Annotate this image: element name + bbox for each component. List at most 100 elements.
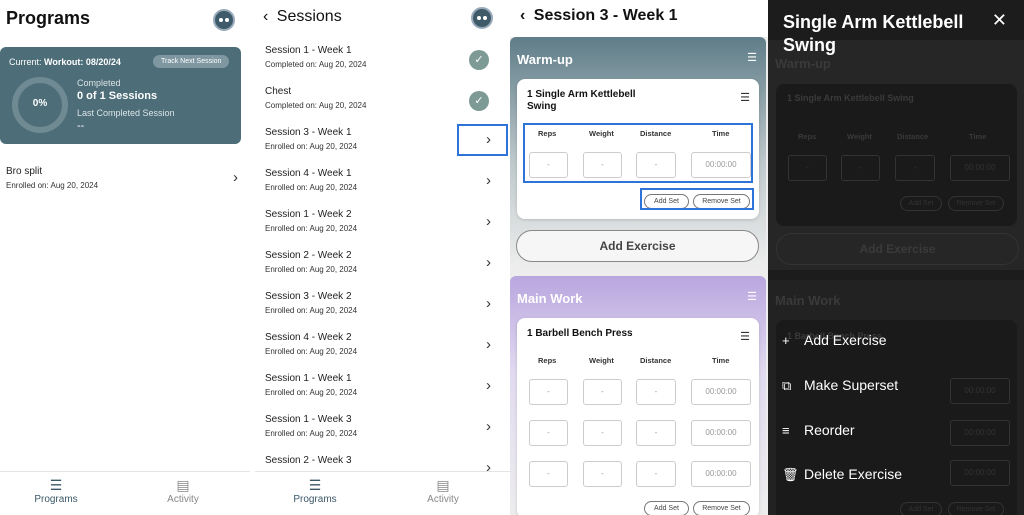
progress-ring: 0% <box>12 77 68 133</box>
chevron-right-icon: › <box>486 336 491 353</box>
distance-input[interactable]: - <box>636 379 676 405</box>
completed-value: 0 of 1 Sessions <box>77 90 158 102</box>
add-exercise-button[interactable]: Add Exercise <box>516 230 759 262</box>
session-item[interactable]: Session 4 - Week 2 Enrolled on: Aug 20, … <box>265 332 505 372</box>
tab-activity-label: Activity <box>167 494 199 505</box>
avatar-icon[interactable] <box>213 9 235 31</box>
weight-input[interactable]: - <box>583 461 622 487</box>
check-icon: ✓ <box>469 50 489 70</box>
ghost-section-title: Warm-up <box>775 56 831 71</box>
session-item[interactable]: Session 1 - Week 1 Enrolled on: Aug 20, … <box>265 373 505 413</box>
document-icon: ▤ <box>436 477 450 493</box>
trash-icon: 🗑 <box>782 467 799 482</box>
exercise-name: 1 Single Arm Kettlebell Swing <box>527 89 636 112</box>
chevron-right-icon: › <box>486 418 491 435</box>
session-item[interactable]: Session 3 - Week 2 Enrolled on: Aug 20, … <box>265 291 505 331</box>
action-label: Add Exercise <box>804 332 887 348</box>
session-sub: Enrolled on: Aug 20, 2024 <box>265 388 358 397</box>
remove-set-button[interactable]: Remove Set <box>693 501 750 515</box>
session-title: Session 4 - Week 1 <box>265 168 352 179</box>
page-title: Programs <box>6 8 91 28</box>
session-sub: Enrolled on: Aug 20, 2024 <box>265 224 358 233</box>
reorder-action[interactable]: ≡ Reorder <box>782 422 855 438</box>
reps-input[interactable]: - <box>529 420 568 446</box>
session-item[interactable]: Session 1 - Week 2 Enrolled on: Aug 20, … <box>265 209 505 249</box>
chevron-right-icon: › <box>486 377 491 394</box>
action-label: Delete Exercise <box>804 466 903 482</box>
session-title: Chest <box>265 86 292 97</box>
close-icon[interactable]: ✕ <box>992 10 1007 31</box>
program-enrolled: Enrolled on: Aug 20, 2024 <box>6 181 99 190</box>
delete-exercise-action[interactable]: 🗑 Delete Exercise <box>782 466 902 483</box>
highlight-box <box>457 124 508 156</box>
program-title: Bro split <box>6 166 43 177</box>
session-title: Session 2 - Week 2 <box>265 250 352 261</box>
col-distance: Distance <box>640 356 672 365</box>
session-title: Session 3 - Week 2 <box>265 291 352 302</box>
session-item[interactable]: Session 1 - Week 1 Completed on: Aug 20,… <box>265 45 505 85</box>
session-title: Session 4 - Week 2 <box>265 332 352 343</box>
chevron-right-icon: › <box>486 172 491 189</box>
list-icon: ☰ <box>49 477 63 493</box>
progress-percent: 0% <box>32 98 48 109</box>
session-title: Session 1 - Week 3 <box>265 414 352 425</box>
tab-programs[interactable]: ☰ Programs <box>16 476 96 505</box>
session-sub: Enrolled on: Aug 20, 2024 <box>265 265 358 274</box>
distance-input[interactable]: - <box>636 461 676 487</box>
plus-icon: + <box>782 333 790 348</box>
col-time: Time <box>712 356 730 365</box>
ghost-exercise-name: 1 Single Arm Kettlebell Swing <box>787 93 914 103</box>
back-chevron-icon[interactable]: ‹ <box>520 7 525 24</box>
menu-icon[interactable]: ☰ <box>747 51 757 64</box>
track-next-session-button[interactable]: Track Next Session <box>153 55 230 68</box>
session-item[interactable]: Chest Completed on: Aug 20, 2024 ✓ <box>265 86 505 126</box>
action-label: Make Superset <box>804 377 899 393</box>
chevron-right-icon: › <box>486 213 491 230</box>
highlight-box <box>640 188 754 210</box>
back-chevron-icon[interactable]: ‹ <box>263 8 268 25</box>
sheet-title: Single Arm Kettlebell Swing <box>783 12 964 55</box>
add-exercise-action[interactable]: + Add Exercise <box>782 332 886 348</box>
exercise-card: 1 Barbell Bench Press ☰ Reps Weight Dist… <box>517 318 759 515</box>
chevron-right-icon: › <box>233 169 238 186</box>
session-item[interactable]: Session 4 - Week 1 Enrolled on: Aug 20, … <box>265 168 505 208</box>
time-input[interactable]: 00:00:00 <box>691 379 751 405</box>
weight-input[interactable]: - <box>583 379 622 405</box>
col-weight: Weight <box>589 356 614 365</box>
reps-input[interactable]: - <box>529 379 568 405</box>
session-sub: Enrolled on: Aug 20, 2024 <box>265 306 358 315</box>
last-completed-label: Last Completed Session <box>77 108 175 118</box>
time-input[interactable]: 00:00:00 <box>691 461 751 487</box>
session-sub: Enrolled on: Aug 20, 2024 <box>265 429 358 438</box>
add-set-button[interactable]: Add Set <box>644 501 689 515</box>
check-icon: ✓ <box>469 91 489 111</box>
make-superset-action[interactable]: ⧉ Make Superset <box>782 377 898 394</box>
document-icon: ▤ <box>176 477 190 493</box>
time-input[interactable]: 00:00:00 <box>691 420 751 446</box>
section-title: Main Work <box>517 291 583 306</box>
avatar-icon[interactable] <box>471 7 493 29</box>
tab-programs-label: Programs <box>34 494 78 505</box>
session-sub: Enrolled on: Aug 20, 2024 <box>265 183 358 192</box>
page-title: Session 3 - Week 1 <box>533 7 678 24</box>
program-list-item[interactable]: Bro split Enrolled on: Aug 20, 2024 › <box>6 166 242 196</box>
menu-icon[interactable]: ☰ <box>740 330 750 343</box>
page-title: Sessions <box>276 8 342 25</box>
current-value: Workout: 08/20/24 <box>44 57 121 67</box>
tab-programs[interactable]: ☰ Programs <box>275 476 355 505</box>
distance-input[interactable]: - <box>636 420 676 446</box>
session-item[interactable]: Session 1 - Week 3 Enrolled on: Aug 20, … <box>265 414 505 454</box>
weight-input[interactable]: - <box>583 420 622 446</box>
tab-activity[interactable]: ▤ Activity <box>403 476 483 505</box>
chevron-right-icon: › <box>486 295 491 312</box>
reps-input[interactable]: - <box>529 461 568 487</box>
menu-icon[interactable]: ☰ <box>747 290 757 303</box>
exercise-name: 1 Barbell Bench Press <box>527 328 633 339</box>
tab-bar: ☰ Programs ▤ Activity <box>255 471 510 515</box>
session-item[interactable]: Session 2 - Week 2 Enrolled on: Aug 20, … <box>265 250 505 290</box>
session-sub: Enrolled on: Aug 20, 2024 <box>265 347 358 356</box>
tab-activity[interactable]: ▤ Activity <box>143 476 223 505</box>
menu-icon[interactable]: ☰ <box>740 91 750 104</box>
session-title: Session 2 - Week 3 <box>265 455 352 466</box>
reorder-icon: ≡ <box>782 423 790 438</box>
